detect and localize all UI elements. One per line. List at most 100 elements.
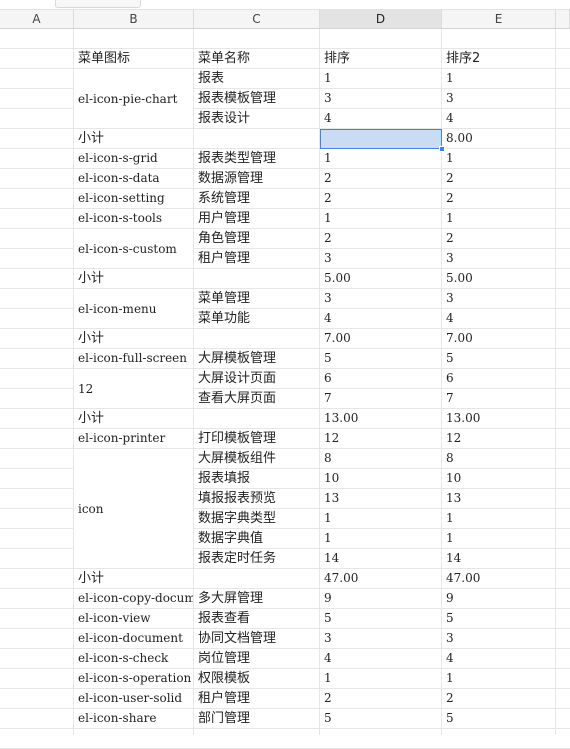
menu-name-cell[interactable]: 角色管理 xyxy=(194,229,319,248)
menu-name-cell[interactable]: 菜单功能 xyxy=(194,309,319,328)
sort2-cell[interactable]: 1 xyxy=(442,69,555,88)
menu-name-cell[interactable]: 报表查看 xyxy=(194,609,319,628)
fill-handle[interactable] xyxy=(439,146,445,152)
sort-cell[interactable]: 1 xyxy=(320,209,441,228)
sort2-cell[interactable]: 3 xyxy=(442,249,555,268)
sort2-cell[interactable]: 9 xyxy=(442,589,555,608)
menu-icon-cell[interactable]: el-icon-full-screen xyxy=(74,349,193,368)
menu-name-cell[interactable]: 报表 xyxy=(194,69,319,88)
menu-icon-cell[interactable]: el-icon-s-check xyxy=(74,649,193,668)
column-header-c[interactable]: C xyxy=(194,9,320,29)
sort-cell[interactable]: 5 xyxy=(320,609,441,628)
sort-cell[interactable]: 14 xyxy=(320,549,441,568)
sort2-cell[interactable]: 2 xyxy=(442,689,555,708)
menu-icon-cell[interactable]: el-icon-s-tools xyxy=(74,209,193,228)
sort-cell[interactable]: 5 xyxy=(320,709,441,728)
merged-menu-icon-cell[interactable]: 12 xyxy=(74,369,193,408)
sort-cell[interactable]: 13 xyxy=(320,489,441,508)
sort-cell[interactable]: 10 xyxy=(320,469,441,488)
sort2-cell[interactable]: 12 xyxy=(442,429,555,448)
sort-cell[interactable]: 1 xyxy=(320,669,441,688)
sort2-cell[interactable]: 5 xyxy=(442,349,555,368)
sort-cell[interactable]: 5 xyxy=(320,349,441,368)
header-cell-sort2[interactable]: 排序2 xyxy=(442,49,555,68)
sort-cell[interactable]: 7.00 xyxy=(320,329,441,348)
sort-cell[interactable]: 2 xyxy=(320,169,441,188)
sort2-cell[interactable]: 8.00 xyxy=(442,129,555,148)
sort2-cell[interactable]: 7 xyxy=(442,389,555,408)
menu-name-cell[interactable]: 大屏模板管理 xyxy=(194,349,319,368)
sort-cell[interactable]: 7 xyxy=(320,389,441,408)
sort-cell[interactable]: 47.00 xyxy=(320,569,441,588)
menu-name-cell[interactable]: 租户管理 xyxy=(194,689,319,708)
sort-cell[interactable]: 4 xyxy=(320,309,441,328)
menu-icon-cell[interactable]: el-icon-s-operation xyxy=(74,669,193,688)
menu-icon-cell[interactable]: el-icon-s-data xyxy=(74,169,193,188)
header-cell-sort[interactable]: 排序 xyxy=(320,49,441,68)
menu-name-cell[interactable]: 协同文档管理 xyxy=(194,629,319,648)
sort2-cell[interactable]: 47.00 xyxy=(442,569,555,588)
sort2-cell[interactable]: 2 xyxy=(442,169,555,188)
column-header-e[interactable]: E xyxy=(442,9,556,29)
sort2-cell[interactable]: 5 xyxy=(442,609,555,628)
selected-cell-d6[interactable] xyxy=(320,129,442,149)
sort-cell[interactable]: 3 xyxy=(320,89,441,108)
menu-icon-cell[interactable]: el-icon-document xyxy=(74,629,193,648)
sort-cell[interactable]: 1 xyxy=(320,149,441,168)
column-header-a[interactable]: A xyxy=(0,9,74,29)
subtotal-label[interactable]: 小计 xyxy=(74,569,193,588)
sort-cell[interactable]: 5.00 xyxy=(320,269,441,288)
sort2-cell[interactable]: 1 xyxy=(442,669,555,688)
sort2-cell[interactable]: 1 xyxy=(442,529,555,548)
sort2-cell[interactable]: 5.00 xyxy=(442,269,555,288)
menu-name-cell[interactable]: 报表定时任务 xyxy=(194,549,319,568)
menu-name-cell[interactable]: 报表模板管理 xyxy=(194,89,319,108)
sort-cell[interactable]: 4 xyxy=(320,109,441,128)
sort2-cell[interactable]: 14 xyxy=(442,549,555,568)
sheet-tab-stub[interactable] xyxy=(55,0,141,8)
sort-cell[interactable]: 1 xyxy=(320,509,441,528)
merged-menu-icon-cell[interactable]: el-icon-pie-chart xyxy=(74,69,193,128)
menu-icon-cell[interactable]: el-icon-view xyxy=(74,609,193,628)
sort-cell[interactable]: 8 xyxy=(320,449,441,468)
menu-name-cell[interactable]: 用户管理 xyxy=(194,209,319,228)
menu-name-cell[interactable]: 报表填报 xyxy=(194,469,319,488)
sort-cell[interactable]: 6 xyxy=(320,369,441,388)
subtotal-label[interactable]: 小计 xyxy=(74,269,193,288)
sort2-cell[interactable]: 3 xyxy=(442,89,555,108)
merged-menu-icon-cell[interactable]: el-icon-s-custom xyxy=(74,229,193,268)
sort-cell[interactable]: 12 xyxy=(320,429,441,448)
subtotal-label[interactable]: 小计 xyxy=(74,129,193,148)
sort2-cell[interactable]: 2 xyxy=(442,229,555,248)
menu-icon-cell[interactable]: el-icon-s-grid xyxy=(74,149,193,168)
sort2-cell[interactable]: 1 xyxy=(442,209,555,228)
sort-cell[interactable]: 3 xyxy=(320,249,441,268)
menu-icon-cell[interactable]: el-icon-share xyxy=(74,709,193,728)
menu-name-cell[interactable]: 报表设计 xyxy=(194,109,319,128)
menu-name-cell[interactable]: 打印模板管理 xyxy=(194,429,319,448)
menu-name-cell[interactable]: 报表类型管理 xyxy=(194,149,319,168)
sort2-cell[interactable]: 6 xyxy=(442,369,555,388)
menu-name-cell[interactable]: 租户管理 xyxy=(194,249,319,268)
column-header-b[interactable]: B xyxy=(74,9,194,29)
column-header-d[interactable]: D xyxy=(320,9,442,29)
sort2-cell[interactable]: 10 xyxy=(442,469,555,488)
sort2-cell[interactable]: 13.00 xyxy=(442,409,555,428)
sort-cell[interactable]: 9 xyxy=(320,589,441,608)
sort2-cell[interactable]: 4 xyxy=(442,309,555,328)
sort2-cell[interactable]: 4 xyxy=(442,649,555,668)
sort2-cell[interactable]: 1 xyxy=(442,509,555,528)
subtotal-label[interactable]: 小计 xyxy=(74,329,193,348)
column-header-f[interactable] xyxy=(556,9,570,29)
menu-name-cell[interactable]: 数据字典类型 xyxy=(194,509,319,528)
merged-menu-icon-cell[interactable]: el-icon-menu xyxy=(74,289,193,328)
sort2-cell[interactable]: 3 xyxy=(442,629,555,648)
spreadsheet-grid[interactable]: 菜单图标菜单名称排序排序2报表11报表模板管理33报表设计44小计8.008.0… xyxy=(0,29,570,749)
menu-name-cell[interactable]: 查看大屏页面 xyxy=(194,389,319,408)
sort-cell[interactable]: 13.00 xyxy=(320,409,441,428)
sort2-cell[interactable]: 8 xyxy=(442,449,555,468)
sort2-cell[interactable]: 1 xyxy=(442,149,555,168)
menu-name-cell[interactable]: 多大屏管理 xyxy=(194,589,319,608)
header-cell-icon[interactable]: 菜单图标 xyxy=(74,49,193,68)
sort2-cell[interactable]: 3 xyxy=(442,289,555,308)
